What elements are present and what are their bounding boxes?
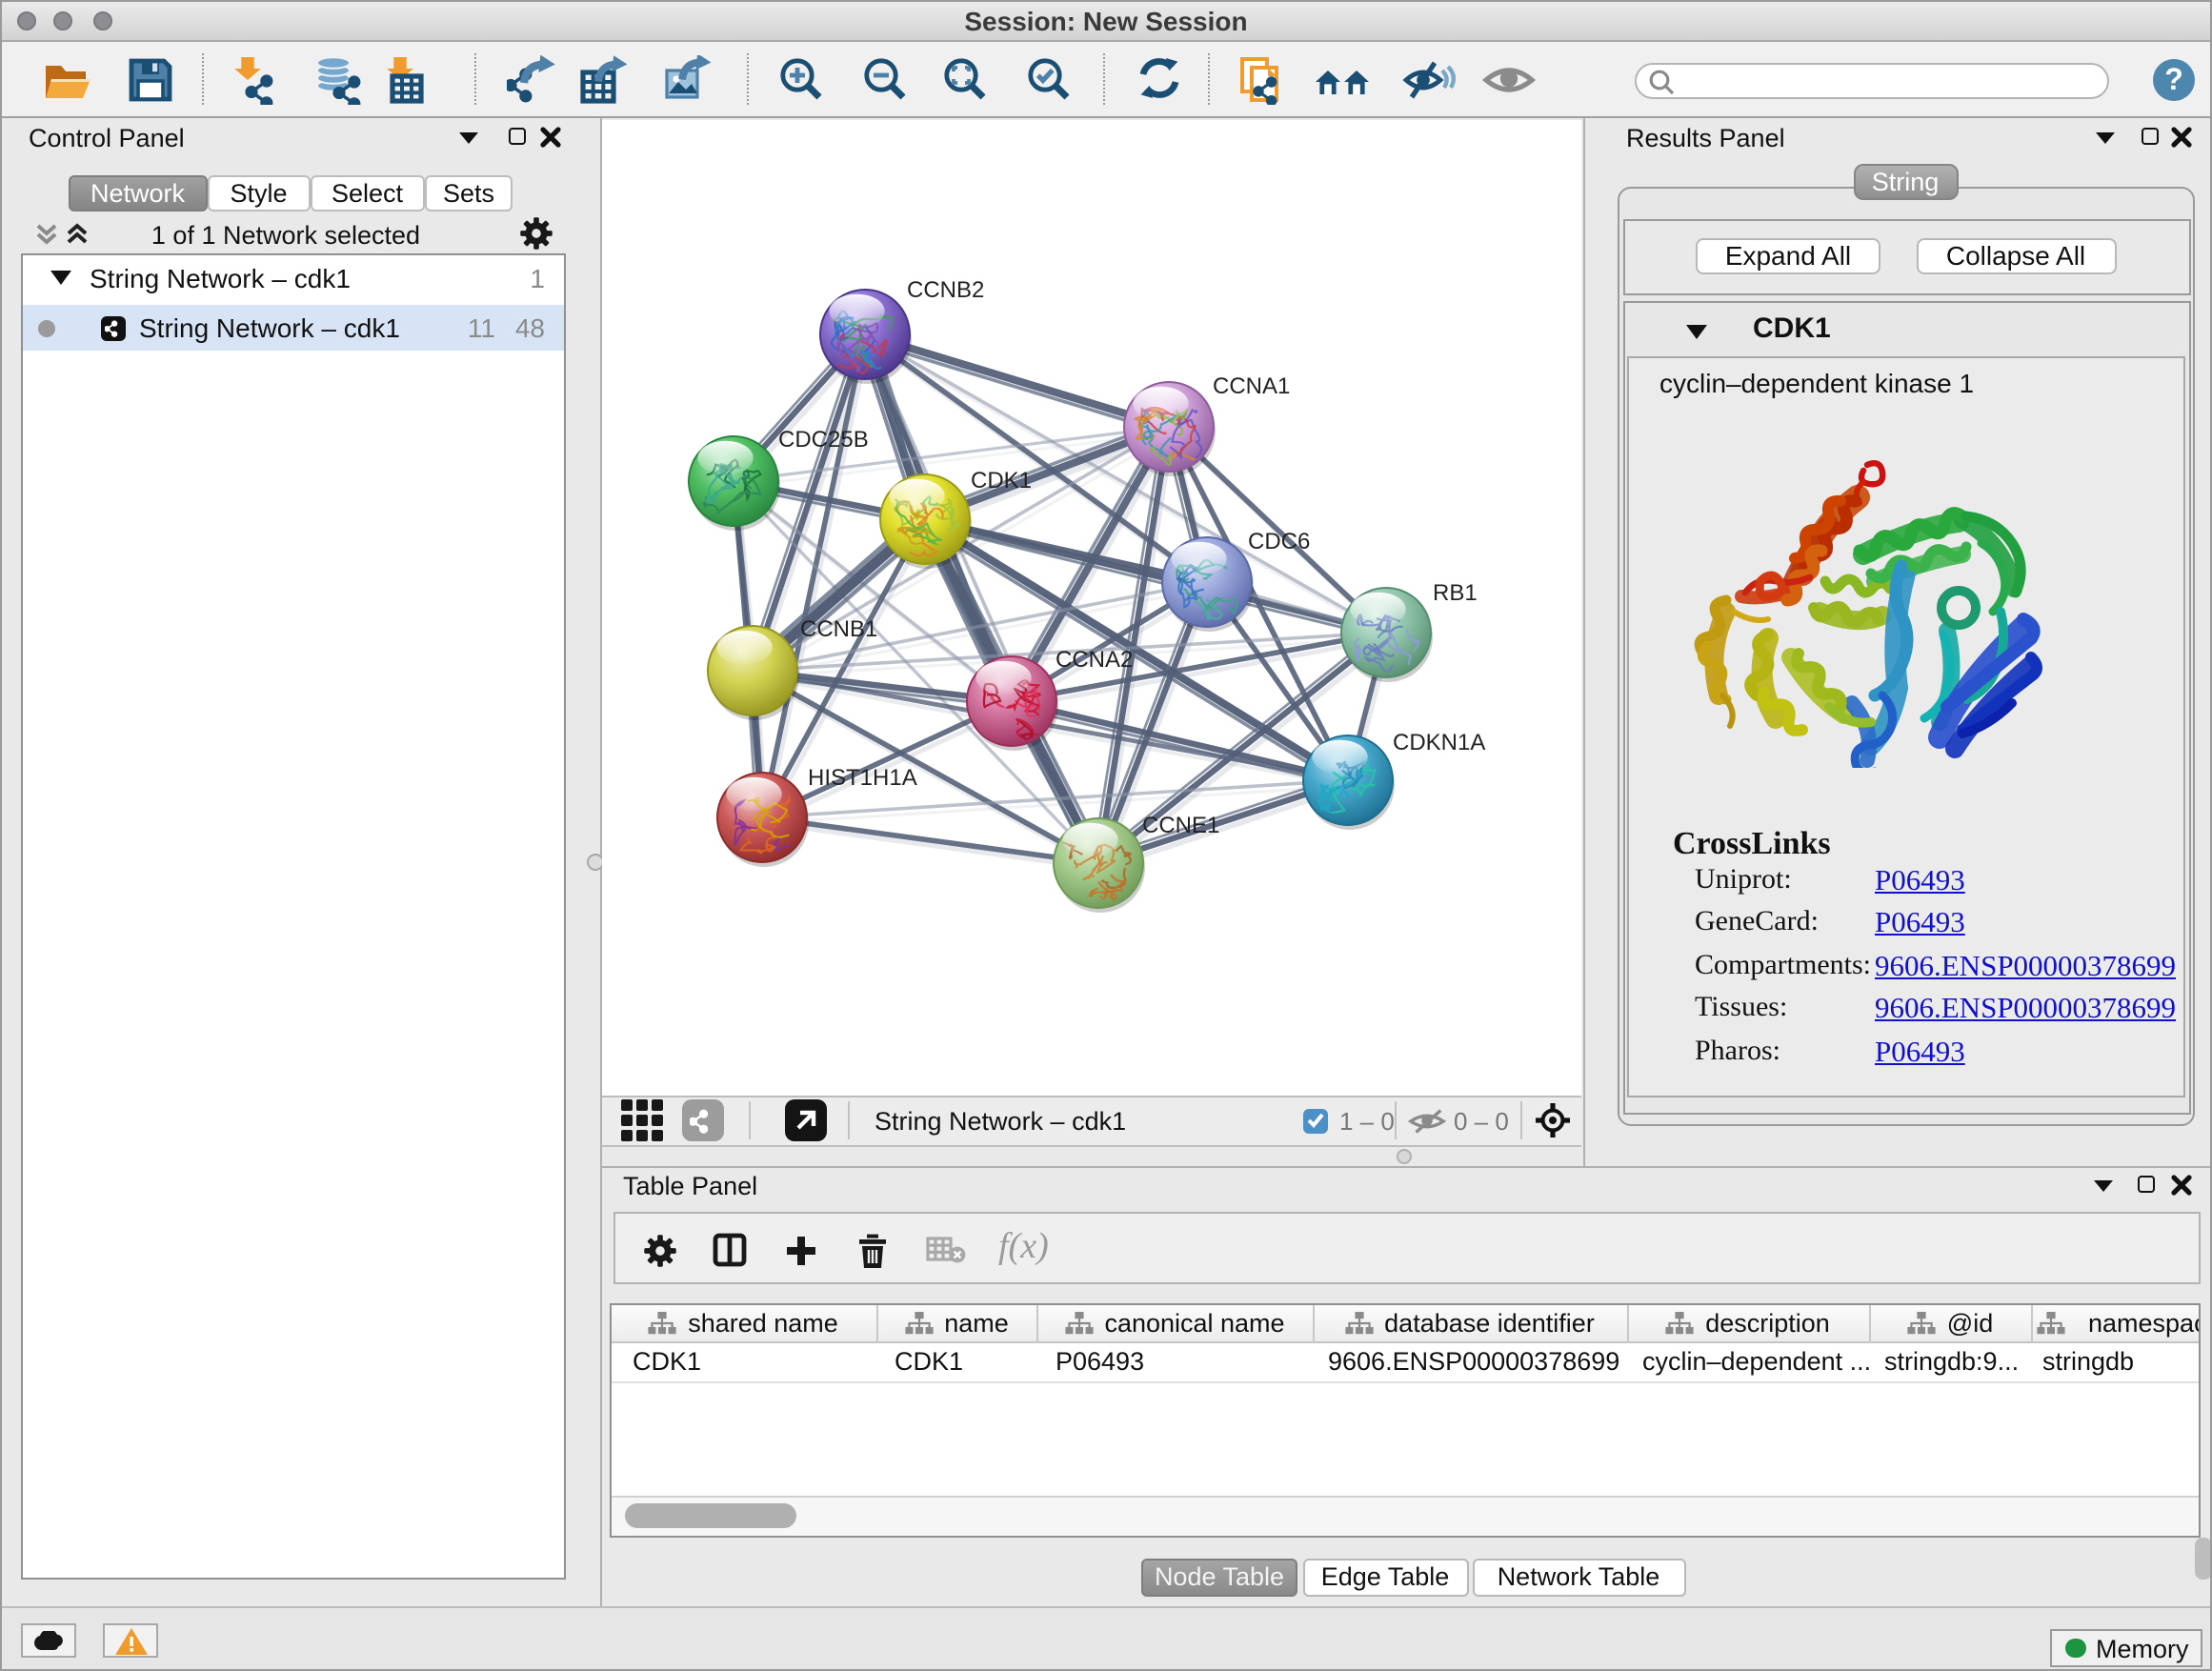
svg-text:CDK1: CDK1 (970, 467, 1031, 493)
svg-text:CCNB2: CCNB2 (906, 276, 983, 302)
svg-text:HIST1H1A: HIST1H1A (807, 764, 916, 790)
svg-text:CDC25B: CDC25B (777, 426, 868, 452)
svg-text:CDC6: CDC6 (1247, 528, 1309, 554)
svg-text:?: ? (2163, 61, 2182, 95)
svg-text:CCNA1: CCNA1 (1212, 372, 1289, 398)
svg-text:RB1: RB1 (1432, 579, 1477, 605)
svg-text:CCNA2: CCNA2 (1055, 646, 1132, 672)
svg-text:CCNE1: CCNE1 (1141, 812, 1218, 837)
svg-text:CDKN1A: CDKN1A (1392, 729, 1484, 755)
svg-text:CCNB1: CCNB1 (799, 615, 876, 641)
